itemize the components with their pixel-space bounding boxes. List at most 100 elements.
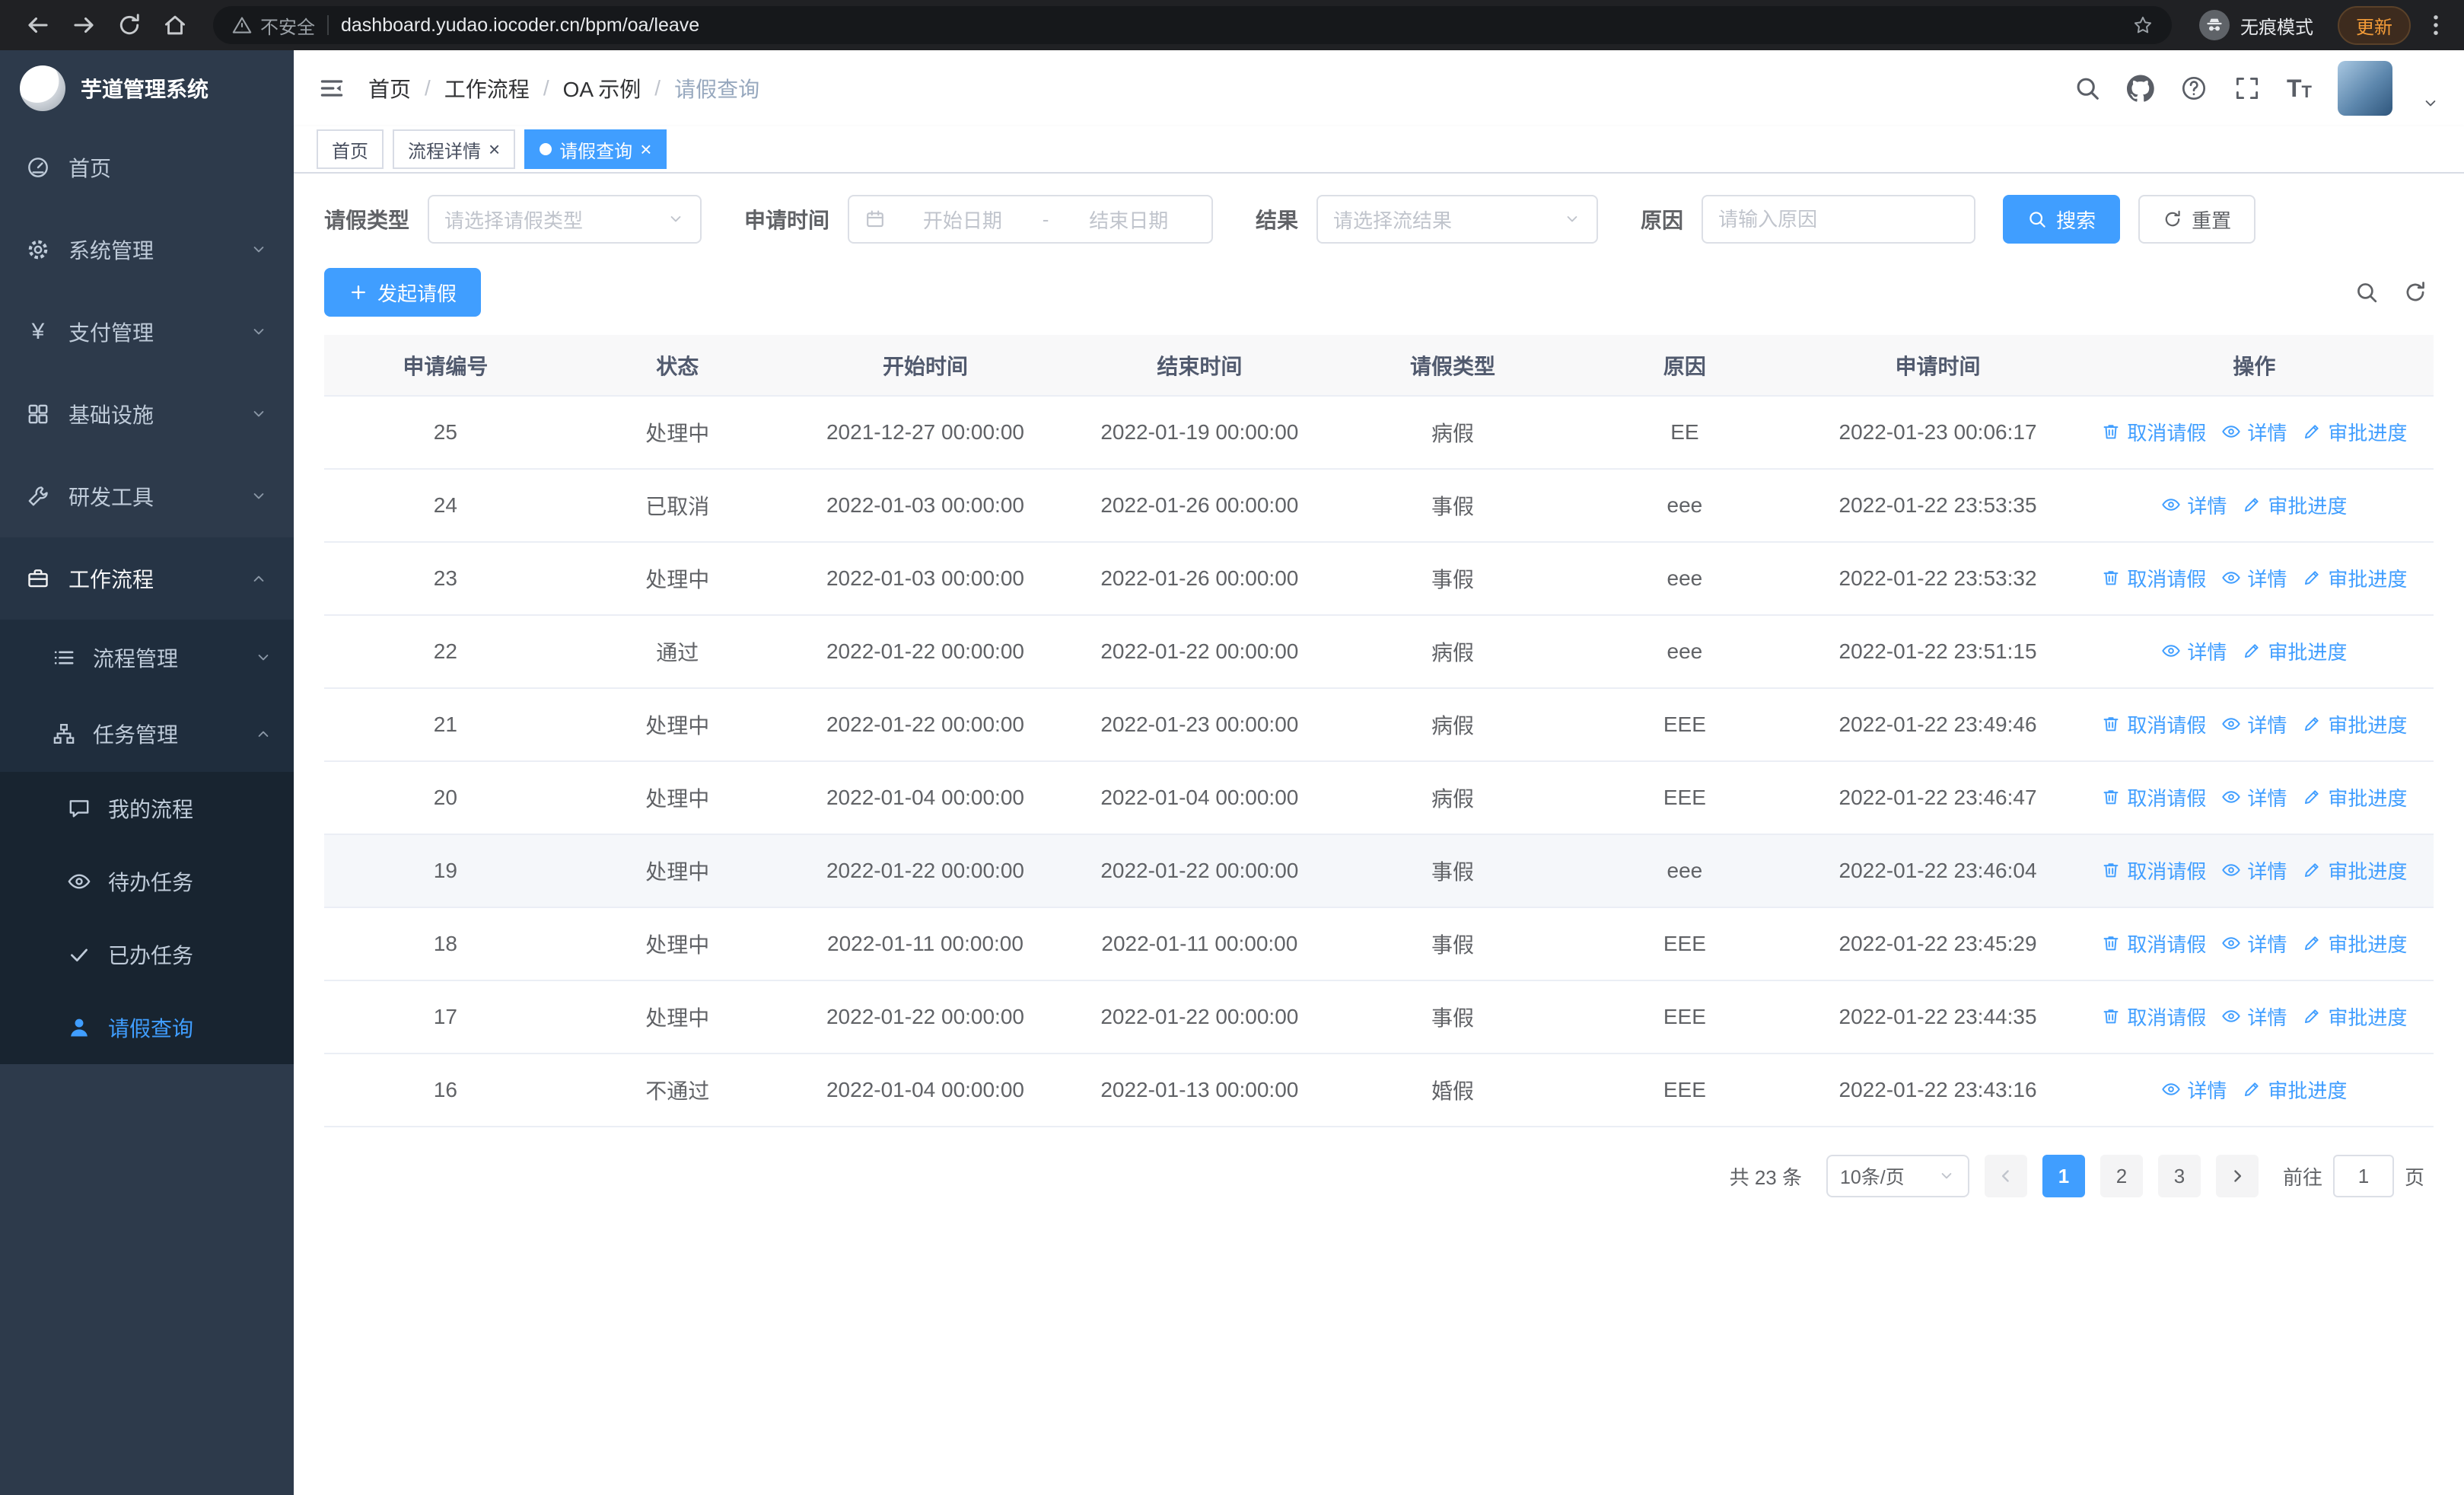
search-button[interactable]: 搜索	[2003, 195, 2121, 244]
chevron-down-icon	[254, 649, 272, 667]
table-row[interactable]: 16 不通过 2022-01-04 00:00:00 2022-01-13 00…	[324, 1054, 2434, 1127]
cell-start-time: 2022-01-04 00:00:00	[788, 1054, 1063, 1127]
approval-progress-link[interactable]: 审批进度	[2302, 1003, 2407, 1031]
start-date-input[interactable]: 开始日期	[895, 206, 1030, 234]
refresh-table-button[interactable]	[2403, 280, 2427, 304]
sidebar-item-workflow[interactable]: 工作流程	[0, 537, 294, 620]
font-size-icon[interactable]: TT	[2287, 76, 2312, 100]
close-icon[interactable]: ×	[640, 139, 651, 159]
table-row[interactable]: 22 通过 2022-01-22 00:00:00 2022-01-22 00:…	[324, 615, 2434, 689]
browser-menu-button[interactable]	[2423, 12, 2449, 38]
app-logo[interactable]: 芋道管理系统	[0, 50, 294, 126]
result-select[interactable]: 请选择流结果	[1316, 195, 1599, 244]
detail-link[interactable]: 详情	[2221, 929, 2287, 958]
detail-link[interactable]: 详情	[2221, 418, 2287, 446]
cancel-leave-link[interactable]: 取消请假	[2101, 783, 2206, 811]
close-icon[interactable]: ×	[489, 139, 500, 159]
prev-page-button[interactable]	[1984, 1155, 2027, 1197]
detail-link[interactable]: 详情	[2221, 1003, 2287, 1031]
hide-search-button[interactable]	[2354, 280, 2379, 304]
table-row[interactable]: 18 处理中 2022-01-11 00:00:00 2022-01-11 00…	[324, 907, 2434, 981]
detail-link[interactable]: 详情	[2161, 491, 2227, 519]
sidebar-item-done-tasks[interactable]: 已办任务	[0, 918, 294, 991]
back-button[interactable]	[18, 5, 58, 45]
wrench-icon	[26, 484, 50, 508]
create-leave-button[interactable]: 发起请假	[324, 268, 482, 317]
approval-progress-link[interactable]: 审批进度	[2302, 929, 2407, 958]
detail-link[interactable]: 详情	[2221, 710, 2287, 738]
detail-link[interactable]: 详情	[2161, 637, 2227, 665]
help-icon[interactable]	[2180, 75, 2208, 102]
sidebar-item-process-management[interactable]: 流程管理	[0, 620, 294, 696]
github-icon[interactable]	[2127, 75, 2154, 102]
sidebar-collapse-button[interactable]	[318, 75, 345, 102]
sidebar-item-todo-tasks[interactable]: 待办任务	[0, 845, 294, 918]
page-button-2[interactable]: 2	[2099, 1155, 2143, 1197]
sidebar-item-payment-management[interactable]: ¥ 支付管理	[0, 291, 294, 373]
fullscreen-icon[interactable]	[2233, 75, 2261, 102]
cancel-leave-link[interactable]: 取消请假	[2101, 710, 2206, 738]
sidebar-item-task-management[interactable]: 任务管理	[0, 696, 294, 772]
detail-link[interactable]: 详情	[2221, 783, 2287, 811]
approval-progress-link[interactable]: 审批进度	[2302, 783, 2407, 811]
sidebar-item-dev-tools[interactable]: 研发工具	[0, 455, 294, 537]
page-button-1[interactable]: 1	[2042, 1155, 2085, 1197]
security-warning[interactable]: 不安全	[231, 12, 315, 39]
table-row[interactable]: 17 处理中 2022-01-22 00:00:00 2022-01-22 00…	[324, 980, 2434, 1054]
next-page-button[interactable]	[2215, 1155, 2259, 1197]
table-row[interactable]: 21 处理中 2022-01-22 00:00:00 2022-01-23 00…	[324, 688, 2434, 762]
tab-process-detail[interactable]: 流程详情 ×	[393, 129, 516, 169]
detail-link[interactable]: 详情	[2161, 1076, 2227, 1104]
sidebar-item-home[interactable]: 首页	[0, 126, 294, 209]
approval-progress-link[interactable]: 审批进度	[2242, 1076, 2347, 1104]
approval-progress-link[interactable]: 审批进度	[2302, 564, 2407, 592]
cancel-leave-link[interactable]: 取消请假	[2101, 418, 2206, 446]
detail-link[interactable]: 详情	[2221, 856, 2287, 885]
approval-progress-link[interactable]: 审批进度	[2242, 637, 2347, 665]
sidebar-item-system-management[interactable]: 系统管理	[0, 209, 294, 291]
approval-progress-link[interactable]: 审批进度	[2302, 856, 2407, 885]
cell-leave-type: 病假	[1336, 761, 1569, 835]
detail-link[interactable]: 详情	[2221, 564, 2287, 592]
table-row[interactable]: 19 处理中 2022-01-22 00:00:00 2022-01-22 00…	[324, 834, 2434, 908]
table-row[interactable]: 23 处理中 2022-01-03 00:00:00 2022-01-26 00…	[324, 542, 2434, 616]
cancel-leave-link[interactable]: 取消请假	[2101, 856, 2206, 885]
cancel-leave-link[interactable]: 取消请假	[2101, 929, 2206, 958]
goto-page-input[interactable]	[2332, 1155, 2394, 1197]
sidebar-item-leave-query[interactable]: 请假查询	[0, 991, 294, 1064]
trash-icon	[2101, 714, 2121, 734]
col-status: 状态	[566, 335, 788, 397]
cancel-leave-link[interactable]: 取消请假	[2101, 564, 2206, 592]
approval-progress-link[interactable]: 审批进度	[2302, 418, 2407, 446]
approval-progress-link[interactable]: 审批进度	[2242, 491, 2347, 519]
table-row[interactable]: 25 处理中 2021-12-27 00:00:00 2022-01-19 00…	[324, 396, 2434, 470]
leave-type-select[interactable]: 请选择请假类型	[428, 195, 702, 244]
cancel-leave-link[interactable]: 取消请假	[2101, 1003, 2206, 1031]
address-bar[interactable]: 不安全 dashboard.yudao.iocoder.cn/bpm/oa/le…	[213, 6, 2172, 44]
avatar-caret-icon[interactable]	[2421, 94, 2440, 113]
forward-button[interactable]	[64, 5, 103, 45]
table-row[interactable]: 20 处理中 2022-01-04 00:00:00 2022-01-04 00…	[324, 761, 2434, 835]
cell-operations: 取消请假 详情 审批进度	[2074, 688, 2434, 762]
breadcrumb-workflow[interactable]: 工作流程	[444, 73, 530, 104]
breadcrumb-oa-example[interactable]: OA 示例	[563, 73, 641, 104]
reason-input[interactable]	[1702, 195, 1976, 244]
breadcrumb-home[interactable]: 首页	[368, 73, 411, 104]
avatar[interactable]	[2338, 61, 2392, 116]
page-button-3[interactable]: 3	[2157, 1155, 2201, 1197]
browser-update-button[interactable]: 更新	[2338, 5, 2411, 45]
sidebar-item-infrastructure[interactable]: 基础设施	[0, 373, 294, 455]
tab-leave-query[interactable]: 请假查询 ×	[524, 129, 667, 169]
approval-progress-link[interactable]: 审批进度	[2302, 710, 2407, 738]
bookmark-star-icon[interactable]	[2132, 14, 2154, 36]
home-button[interactable]	[155, 5, 195, 45]
apply-time-range-picker[interactable]: 开始日期 - 结束日期	[848, 195, 1214, 244]
reset-button[interactable]: 重置	[2138, 195, 2256, 244]
end-date-input[interactable]: 结束日期	[1061, 206, 1196, 234]
sidebar-item-my-processes[interactable]: 我的流程	[0, 772, 294, 845]
tab-home[interactable]: 首页	[317, 129, 384, 169]
table-row[interactable]: 24 已取消 2022-01-03 00:00:00 2022-01-26 00…	[324, 469, 2434, 543]
page-size-select[interactable]: 10条/页	[1826, 1155, 1969, 1197]
header-search-button[interactable]	[2074, 75, 2101, 102]
reload-button[interactable]	[110, 5, 149, 45]
